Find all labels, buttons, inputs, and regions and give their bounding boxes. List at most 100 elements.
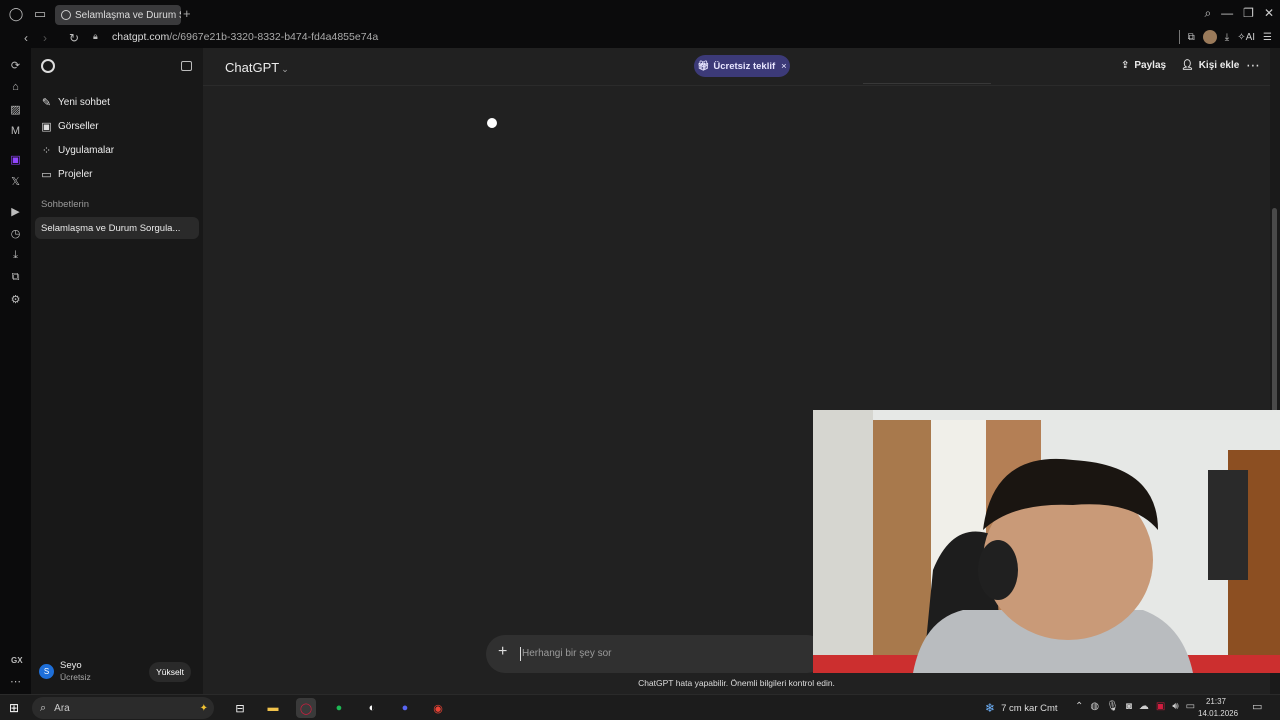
- chat-list-item[interactable]: Selamlaşma ve Durum Sorgula...: [35, 217, 199, 239]
- extensions-icon[interactable]: ⧉: [0, 266, 31, 288]
- chats-section-title: Sohbetlerin: [41, 199, 90, 210]
- history-icon[interactable]: ◷: [0, 222, 31, 244]
- notification-icon[interactable]: ▭: [1252, 700, 1262, 713]
- user-name: Seyo: [60, 660, 82, 671]
- address-bar-tools: ⧉ ⤓ ✧AI ☰: [1178, 30, 1272, 44]
- back-button[interactable]: ‹: [24, 31, 28, 45]
- aria-ai-button[interactable]: ✧AI: [1237, 32, 1255, 43]
- disclaimer-text: ChatGPT hata yapabilir. Önemli bilgileri…: [638, 678, 835, 688]
- user-plan: Ücretsiz: [60, 672, 91, 682]
- gift-icon: 🎁︎: [697, 60, 710, 72]
- sidebar-item-new-chat[interactable]: ✎ Yeni sohbet: [41, 92, 110, 112]
- sidebar-item-projects[interactable]: ▭ Projeler: [41, 164, 92, 184]
- windows-taskbar: ⊞ ⌕ Ara ✦ ⊟ ▬ ◯ ● ◐ ● ◉ ❄ 7 cm kar Cmt ⌃…: [0, 694, 1280, 720]
- gx-icon[interactable]: GX: [11, 656, 23, 665]
- reload-button[interactable]: ↻: [69, 31, 79, 45]
- chatgpt-logo-icon[interactable]: [41, 59, 55, 73]
- clock-time: 21:37: [1205, 697, 1227, 706]
- wallet-icon[interactable]: ▨: [0, 98, 31, 120]
- refresh-speed-dial-icon[interactable]: ⟳: [0, 54, 31, 76]
- sidebar-item-images[interactable]: ▣ Görseller: [41, 116, 99, 136]
- tab-overview-icon[interactable]: ▭: [26, 0, 54, 28]
- download-icon[interactable]: ⤓: [1225, 32, 1229, 43]
- composer-placeholder: Herhangi bir şey sor: [522, 648, 612, 659]
- model-selector[interactable]: ChatGPT ⌄: [225, 60, 289, 75]
- weather-text: 7 cm kar Cmt: [1001, 702, 1058, 714]
- weather-widget[interactable]: ❄ 7 cm kar Cmt: [985, 701, 1058, 715]
- cloud-icon[interactable]: ☁: [1139, 701, 1149, 712]
- sidebar-more-icon[interactable]: ⋯: [10, 675, 21, 688]
- chrome-icon[interactable]: ◉: [428, 698, 448, 718]
- profile-avatar-icon[interactable]: [1202, 30, 1217, 44]
- add-user-button[interactable]: 👤︎ Kişi ekle: [1181, 60, 1239, 71]
- header-divider: [203, 85, 1270, 86]
- close-icon[interactable]: ×: [781, 61, 787, 72]
- loading-indicator: [487, 118, 497, 128]
- taskbar-search[interactable]: ⌕ Ara ✦: [32, 697, 214, 719]
- webcam-overlay: [813, 410, 1280, 673]
- window-controls: ⌕ — ❐ ✕: [1204, 6, 1274, 21]
- url-path: /c/6967e21b-3320-8332-b474-fd4a4855e74a: [169, 31, 379, 43]
- x-icon[interactable]: 𝕏: [0, 170, 31, 192]
- close-window-button[interactable]: ✕: [1264, 6, 1274, 21]
- webcam-image: [813, 410, 1280, 673]
- sparkle-icon: ✦: [199, 702, 208, 714]
- app-tray-icon[interactable]: ▣: [1156, 701, 1165, 712]
- discord-icon[interactable]: ●: [395, 698, 415, 718]
- browser-tab-active[interactable]: Selamlaşma ve Durum Sorgula: [55, 5, 181, 25]
- sidebar-item-apps[interactable]: ⁘ Uygulamalar: [41, 140, 114, 160]
- file-explorer-icon[interactable]: ▬: [263, 698, 283, 718]
- scrollbar-thumb[interactable]: [1272, 208, 1277, 438]
- system-tray: ⌃ ◍ 🎙︎ ◙ ☁ ▣ 🔊︎ ▭: [1075, 701, 1195, 712]
- composer[interactable]: + Herhangi bir şey sor: [486, 635, 826, 673]
- spotify-icon[interactable]: ●: [329, 698, 349, 718]
- upgrade-button[interactable]: Yükselt: [149, 662, 191, 682]
- restore-button[interactable]: ❐: [1243, 6, 1254, 21]
- search-icon: ⌕: [40, 701, 47, 714]
- tab-title: Selamlaşma ve Durum Sorgula: [75, 9, 181, 21]
- search-tabs-icon[interactable]: ⌕: [1204, 6, 1211, 21]
- shopping-bag-icon[interactable]: ⌂: [0, 76, 31, 98]
- offer-label: Ücretsiz teklif: [713, 60, 776, 72]
- twitch-icon[interactable]: ▣: [0, 148, 31, 170]
- user-profile[interactable]: S Seyo Ücretsiz: [39, 660, 91, 683]
- free-offer-badge[interactable]: 🎁︎ Ücretsiz teklif ×: [694, 55, 790, 77]
- new-tab-button[interactable]: +: [183, 6, 191, 21]
- windows-start-icon[interactable]: ⊞: [9, 701, 19, 715]
- browser-titlebar: ◯ ▭ Selamlaşma ve Durum Sorgula + ⌕ — ❐ …: [0, 0, 1280, 28]
- steam-icon[interactable]: ◐: [362, 698, 382, 718]
- chat-sidebar: ✎ Yeni sohbet ▣ Görseller ⁘ Uygulamalar …: [31, 48, 203, 694]
- search-label: Ara: [54, 702, 70, 714]
- sidebar-item-label: Uygulamalar: [58, 144, 115, 156]
- easy-setup-icon[interactable]: ☰: [1263, 32, 1272, 43]
- more-options-icon[interactable]: ⋯: [1246, 57, 1260, 74]
- share-icon: ⇪: [1121, 60, 1130, 71]
- gmail-icon[interactable]: M: [0, 120, 31, 142]
- url-field[interactable]: chatgpt.com/c/6967e21b-3320-8332-b474-fd…: [112, 31, 378, 43]
- share-button[interactable]: ⇪ Paylaş: [1121, 60, 1166, 71]
- discord-tray-icon[interactable]: ◙: [1126, 701, 1132, 712]
- chevron-down-icon: ⌄: [281, 64, 289, 74]
- snow-icon: ❄: [985, 701, 996, 715]
- sidebar-item-label: Projeler: [58, 168, 93, 180]
- attach-plus-icon[interactable]: +: [498, 643, 507, 661]
- extensions-icon[interactable]: ⧉: [1188, 32, 1195, 43]
- ai-label: AI: [1245, 31, 1256, 43]
- player-icon[interactable]: ▶: [0, 200, 31, 222]
- edit-icon: ✎: [41, 96, 52, 109]
- microphone-icon[interactable]: 🎙︎: [1106, 701, 1119, 712]
- downloads-icon[interactable]: ⤓: [0, 244, 31, 266]
- sidebar-toggle-icon[interactable]: [181, 61, 192, 71]
- volume-icon[interactable]: 🔊︎: [1172, 701, 1178, 712]
- task-view-icon[interactable]: ⊟: [230, 698, 250, 718]
- forward-button[interactable]: ›: [43, 31, 47, 45]
- settings-gear-icon[interactable]: ⚙: [0, 288, 31, 310]
- sidebar-item-label: Görseller: [58, 120, 99, 132]
- image-icon: ▣: [41, 120, 52, 133]
- network-icon[interactable]: ▭: [1186, 701, 1195, 712]
- opera-gx-icon[interactable]: ◯: [296, 698, 316, 718]
- system-clock[interactable]: 21:37 14.01.2026: [1198, 696, 1238, 720]
- minimize-button[interactable]: —: [1221, 6, 1233, 21]
- chevron-up-icon[interactable]: ⌃: [1075, 701, 1083, 712]
- tray-app-icon[interactable]: ◍: [1090, 701, 1099, 712]
